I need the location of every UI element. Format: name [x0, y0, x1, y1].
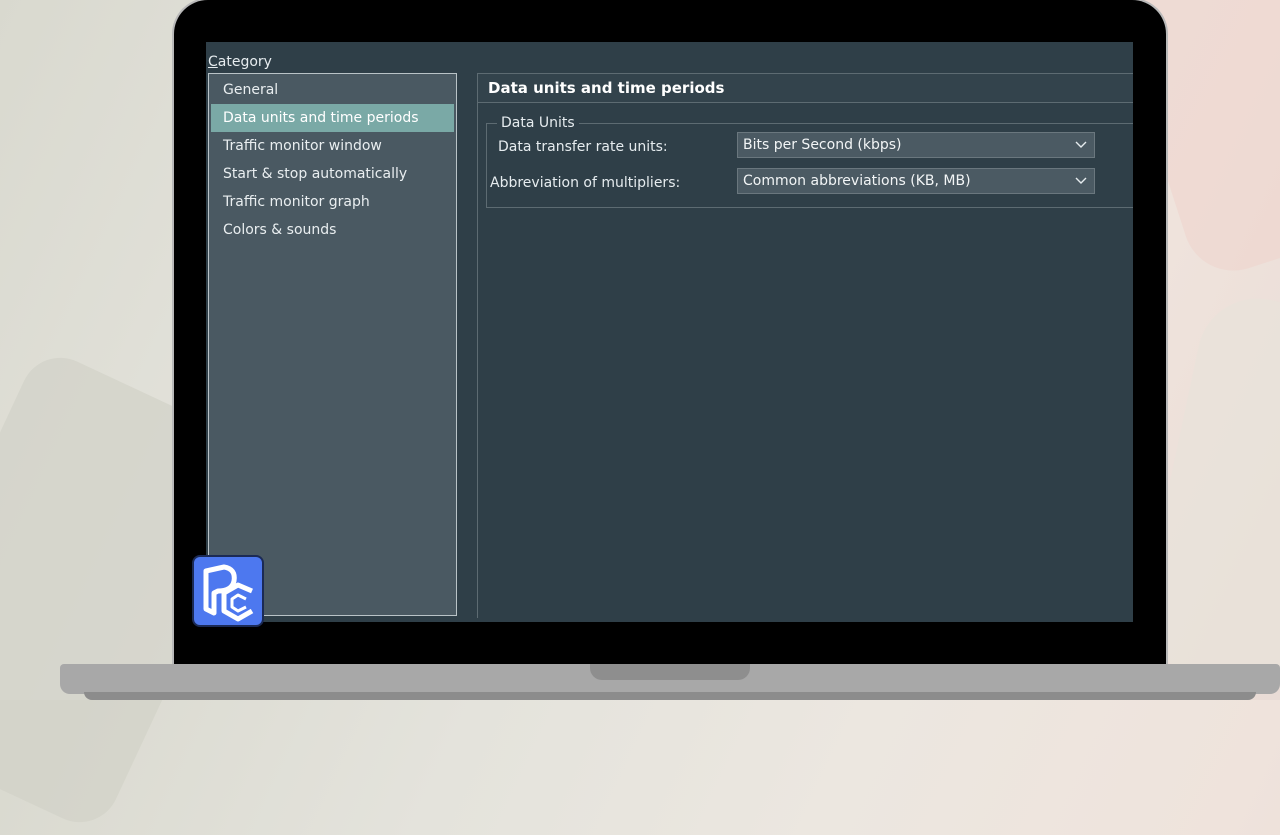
- data-transfer-rate-dropdown[interactable]: Bits per Second (kbps): [737, 132, 1095, 158]
- app-logo-icon: [192, 555, 264, 627]
- group-title: Data Units: [497, 115, 579, 131]
- category-item-data-units[interactable]: Data units and time periods: [211, 104, 454, 132]
- category-item-traffic-monitor-graph[interactable]: Traffic monitor graph: [211, 188, 454, 216]
- dropdown-value: Bits per Second (kbps): [743, 137, 902, 153]
- category-label: Category: [208, 54, 272, 70]
- chevron-down-icon: [1075, 141, 1087, 148]
- settings-panel: Data units and time periods Data Units D…: [477, 73, 1133, 618]
- settings-dialog: Category General Data units and time per…: [206, 42, 1133, 622]
- category-list[interactable]: General Data units and time periods Traf…: [208, 73, 457, 616]
- abbreviation-multipliers-dropdown[interactable]: Common abbreviations (KB, MB): [737, 168, 1095, 194]
- data-transfer-rate-label: Data transfer rate units:: [498, 139, 668, 155]
- logo-mark: [203, 564, 254, 622]
- category-item-general[interactable]: General: [211, 76, 454, 104]
- category-item-colors-sounds[interactable]: Colors & sounds: [211, 216, 454, 244]
- abbreviation-multipliers-label: Abbreviation of multipliers:: [490, 175, 681, 191]
- panel-title: Data units and time periods: [478, 74, 1133, 103]
- dropdown-value: Common abbreviations (KB, MB): [743, 173, 971, 189]
- laptop-notch: [590, 664, 750, 680]
- data-units-group: Data Units Data transfer rate units: Bit…: [486, 115, 1133, 208]
- chevron-down-icon: [1075, 177, 1087, 184]
- category-item-start-stop[interactable]: Start & stop automatically: [211, 160, 454, 188]
- laptop-base-bottom: [84, 692, 1256, 700]
- category-item-traffic-monitor-window[interactable]: Traffic monitor window: [211, 132, 454, 160]
